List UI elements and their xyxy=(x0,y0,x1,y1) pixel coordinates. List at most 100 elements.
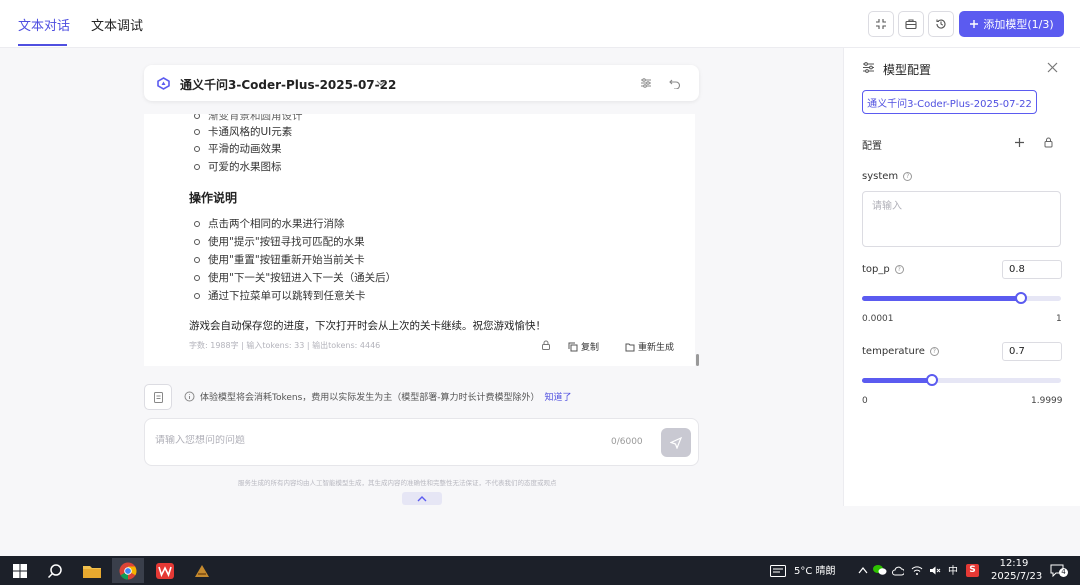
search-icon[interactable] xyxy=(39,558,71,583)
copy-label: 复制 xyxy=(581,343,600,353)
temperature-slider[interactable] xyxy=(862,374,1061,386)
list-item: 使用"提示"按钮寻找可匹配的水果 xyxy=(194,236,365,248)
top-p-label: top_p ? xyxy=(862,264,904,275)
slider-fill xyxy=(862,378,932,383)
windows-taskbar: 5°C 晴朗 中 S 12:19 2025/7/23 4 xyxy=(0,556,1080,585)
temperature-max: 1.9999 xyxy=(1031,396,1063,406)
config-sliders-icon xyxy=(863,62,874,73)
weather-icon[interactable] xyxy=(770,565,786,577)
token-notice: 体验模型将会消耗Tokens，费用以实际发生为主（模型部署-算力时长计费模型除外… xyxy=(184,390,572,403)
add-model-label: 添加模型(1/3) xyxy=(983,18,1054,31)
section-title: 操作说明 xyxy=(189,191,238,205)
cloud-icon[interactable] xyxy=(892,565,904,576)
top-p-slider[interactable] xyxy=(862,292,1061,304)
wifi-icon[interactable] xyxy=(911,565,923,576)
chat-scrollbar[interactable] xyxy=(696,354,699,366)
message-meta: 字数: 1988字 | 输入tokens: 33 | 输出tokens: 444… xyxy=(189,341,381,350)
windows-start-icon[interactable] xyxy=(4,558,36,583)
close-icon[interactable] xyxy=(1047,62,1058,73)
question-input[interactable] xyxy=(155,435,575,446)
notification-icon[interactable]: 4 xyxy=(1050,562,1068,578)
clipboard-icon[interactable] xyxy=(144,384,172,410)
chevron-up-icon[interactable] xyxy=(858,566,868,574)
clock-time: 12:19 xyxy=(999,558,1029,569)
slider-knob[interactable] xyxy=(925,374,938,386)
toolbox-icon[interactable] xyxy=(898,11,924,37)
char-count: 0/6000 xyxy=(611,437,643,447)
chevron-down-icon[interactable] xyxy=(376,80,386,87)
help-icon[interactable]: ? xyxy=(929,347,939,356)
help-icon[interactable]: ? xyxy=(894,265,904,274)
save-config-icon[interactable] xyxy=(1043,137,1054,148)
volume-muted-icon[interactable] xyxy=(929,565,941,576)
system-prompt-input[interactable] xyxy=(862,191,1061,247)
chat-input-box: 0/6000 xyxy=(144,418,699,466)
lock-icon[interactable] xyxy=(541,340,551,350)
slider-knob[interactable] xyxy=(1015,292,1028,304)
file-explorer-icon[interactable] xyxy=(76,558,108,583)
selected-model-tag[interactable]: 通义千问3-Coder-Plus-2025-07-22 xyxy=(862,90,1037,114)
plus-icon xyxy=(970,20,979,28)
compress-icon[interactable] xyxy=(868,11,894,37)
model-config-panel: 模型配置 通义千问3-Coder-Plus-2025-07-22 配置 syst… xyxy=(843,48,1080,506)
add-config-icon[interactable] xyxy=(1014,137,1025,148)
ime-indicator[interactable]: 中 xyxy=(948,562,958,577)
list-item: 渐变背景和圆角设计 xyxy=(194,114,303,123)
add-model-button[interactable]: 添加模型(1/3) xyxy=(959,11,1064,37)
chevron-up-icon xyxy=(417,495,427,501)
chat-message: 渐变背景和圆角设计 卡通风格的UI元素 平滑的动画效果 可爱的水果图标 操作说明… xyxy=(144,114,695,366)
clock[interactable]: 12:19 2025/7/23 xyxy=(991,558,1043,583)
temperature-min: 0 xyxy=(862,396,868,406)
list-item: 平滑的动画效果 xyxy=(194,143,282,155)
notification-badge: 4 xyxy=(1059,568,1068,577)
temperature-label: temperature ? xyxy=(862,346,939,357)
weather-text: 5°C 晴朗 xyxy=(794,566,836,577)
active-tab-indicator xyxy=(18,44,67,46)
panel-title: 模型配置 xyxy=(883,63,932,77)
temperature-label-text: temperature xyxy=(862,346,925,357)
wechat-icon[interactable] xyxy=(873,564,887,576)
top-p-max: 1 xyxy=(1056,314,1062,324)
ai-disclaimer: 服务生成的所有内容均由人工智能模型生成，其生成内容的准确性和完整性无法保证，不代… xyxy=(238,479,557,487)
tab-text-debug[interactable]: 文本调试 xyxy=(91,15,143,34)
list-item: 点击两个相同的水果进行消除 xyxy=(194,218,345,230)
regenerate-icon xyxy=(625,343,635,351)
top-bar: 文本对话 文本调试 添加模型(1/3) xyxy=(0,0,1080,48)
notice-ack-link[interactable]: 知道了 xyxy=(545,390,572,403)
wps-icon[interactable] xyxy=(149,558,181,583)
app-icon[interactable] xyxy=(186,558,218,583)
config-label-text: 配置 xyxy=(862,141,882,152)
settings-sliders-icon[interactable] xyxy=(640,77,652,89)
temperature-input[interactable]: 0.7 xyxy=(1002,342,1062,361)
history-icon[interactable] xyxy=(928,11,954,37)
clock-date: 2025/7/23 xyxy=(991,571,1043,582)
copy-button[interactable]: 复制 xyxy=(568,340,599,353)
top-p-input[interactable]: 0.8 xyxy=(1002,260,1062,279)
chrome-icon[interactable] xyxy=(112,558,144,583)
top-p-min: 0.0001 xyxy=(862,314,894,324)
regenerate-button[interactable]: 重新生成 xyxy=(625,340,674,353)
regenerate-label: 重新生成 xyxy=(638,343,675,353)
system-label: system ? xyxy=(862,171,913,182)
send-button[interactable] xyxy=(661,428,691,457)
copy-icon xyxy=(568,342,578,351)
tab-text-chat[interactable]: 文本对话 xyxy=(18,15,70,34)
list-item: 通过下拉菜单可以跳转到任意关卡 xyxy=(194,290,366,302)
qwen-logo-icon xyxy=(157,77,170,90)
list-item: 使用"重置"按钮重新开始当前关卡 xyxy=(194,254,365,266)
help-icon[interactable]: ? xyxy=(903,172,913,181)
slider-fill xyxy=(862,296,1022,301)
list-item: 卡通风格的UI元素 xyxy=(193,126,293,138)
system-label-text: system xyxy=(862,171,899,182)
notice-text: 体验模型将会消耗Tokens，费用以实际发生为主（模型部署-算力时长计费模型除外… xyxy=(200,393,540,403)
top-p-label-text: top_p xyxy=(862,264,890,275)
list-item: 使用"下一关"按钮进入下一关（通关后） xyxy=(193,272,397,284)
send-icon xyxy=(670,436,682,449)
undo-icon[interactable] xyxy=(669,77,681,89)
chat-model-name: 通义千问3-Coder-Plus-2025-07-22 xyxy=(180,78,397,92)
closing-paragraph: 游戏会自动保存您的进度，下次打开时会从上次的关卡继续。祝您游戏愉快！ xyxy=(189,320,546,332)
sogou-ime-icon[interactable]: S xyxy=(966,564,979,577)
collapse-button[interactable] xyxy=(402,492,442,505)
config-label: 配置 xyxy=(862,137,882,152)
chat-model-header: 通义千问3-Coder-Plus-2025-07-22 xyxy=(144,65,699,101)
